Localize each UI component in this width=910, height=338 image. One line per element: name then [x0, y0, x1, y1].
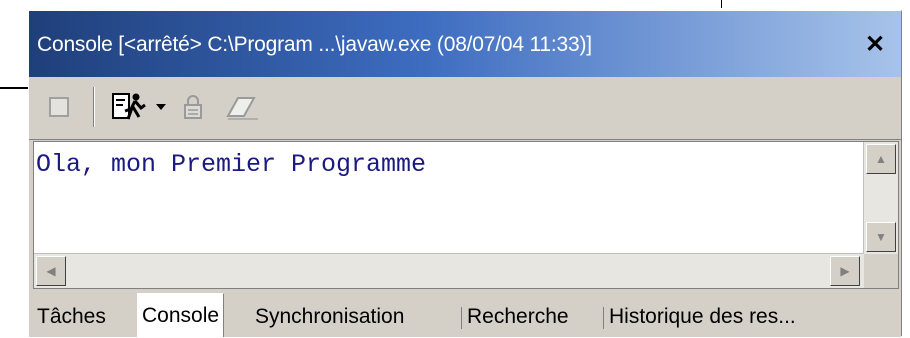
dropdown-arrow-icon: [156, 104, 166, 110]
arrow-down-icon: ▼: [875, 230, 887, 244]
tab-console[interactable]: Console: [137, 293, 225, 337]
tab-synchronisation[interactable]: Synchronisation: [251, 297, 408, 337]
scroll-right-button[interactable]: ▶: [830, 256, 860, 286]
scroll-left-button[interactable]: ◀: [36, 256, 66, 286]
terminate-button[interactable]: [43, 91, 75, 123]
vertical-scrollbar[interactable]: ▲ ▼: [863, 142, 898, 254]
arrow-left-icon: ◀: [46, 264, 56, 278]
pin-icon: [184, 95, 202, 119]
tab-separator: [603, 307, 604, 329]
title-bar[interactable]: Console [<arrêté> C:\Program ...\javaw.e…: [29, 11, 901, 77]
run-button[interactable]: [109, 91, 149, 123]
arrow-up-icon: ▲: [875, 152, 887, 166]
window-title: Console [<arrêté> C:\Program ...\javaw.e…: [37, 33, 592, 56]
pin-console-button[interactable]: [179, 91, 207, 123]
close-button[interactable]: ✕: [855, 25, 895, 63]
view-tabs: Tâches Console Synchronisation Recherche…: [29, 293, 901, 337]
toolbar-separator: [93, 87, 95, 127]
run-dropdown-button[interactable]: [153, 91, 169, 123]
arrow-right-icon: ▶: [840, 264, 850, 278]
scrollbar-corner: [864, 254, 898, 288]
horizontal-scrollbar[interactable]: ◀ ▶: [34, 253, 864, 288]
close-icon: ✕: [864, 30, 886, 58]
scroll-up-button[interactable]: ▲: [866, 144, 896, 174]
tab-taches[interactable]: Tâches: [33, 297, 110, 337]
tab-historique[interactable]: Historique des res...: [605, 297, 800, 337]
console-view-window: Console [<arrêté> C:\Program ...\javaw.e…: [28, 10, 902, 337]
terminate-icon: [49, 97, 69, 117]
clear-console-button[interactable]: [221, 91, 261, 123]
toolbar: [29, 77, 901, 140]
console-output-area[interactable]: Ola, mon Premier Programme ▲ ▼ ◀ ▶: [33, 141, 899, 289]
page-top-strip: [0, 0, 910, 10]
tab-recherche[interactable]: Recherche: [463, 297, 573, 337]
scroll-down-button[interactable]: ▼: [866, 222, 896, 252]
decorative-line: [0, 87, 28, 89]
console-output-text: Ola, mon Premier Programme: [36, 150, 427, 179]
clear-console-icon: [226, 97, 258, 120]
tab-separator: [461, 307, 462, 329]
run-debug-icon: [112, 93, 146, 120]
